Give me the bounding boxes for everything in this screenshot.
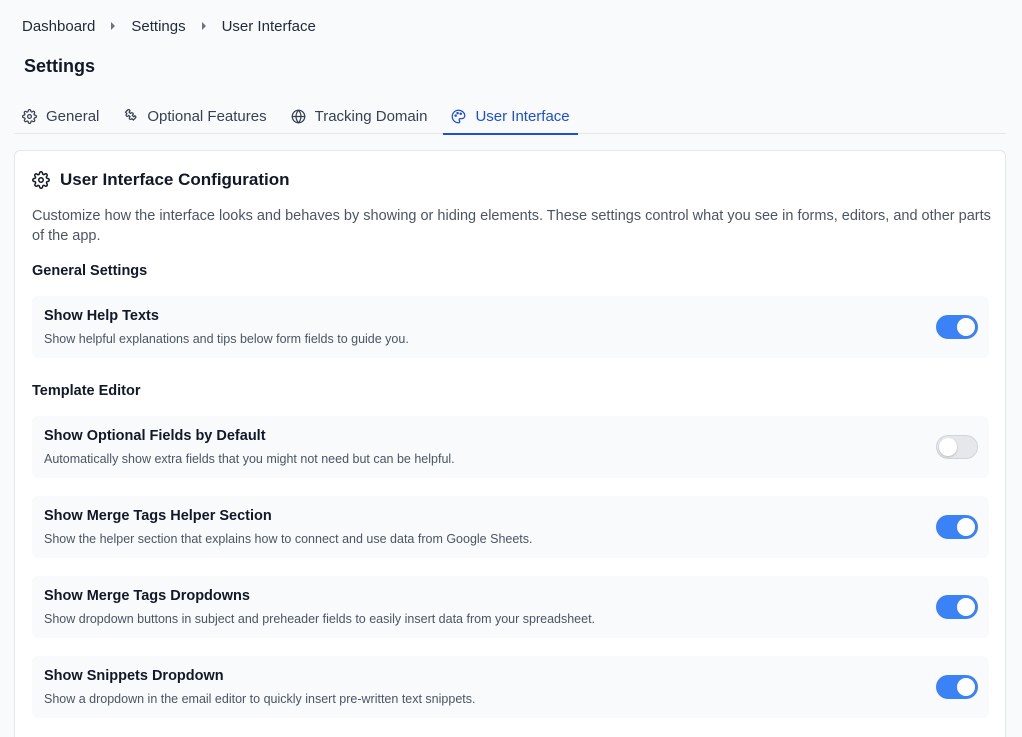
setting-description: Show helpful explanations and tips below… [44, 332, 409, 346]
tab-optional-features[interactable]: Optional Features [115, 98, 274, 134]
setting-description: Show the helper section that explains ho… [44, 532, 533, 546]
setting-description: Automatically show extra fields that you… [44, 452, 455, 466]
chevron-right-icon [95, 22, 131, 30]
toggle-knob [957, 678, 975, 696]
settings-page: Dashboard Settings User Interface Settin… [0, 0, 1022, 737]
card-description: Customize how the interface looks and be… [32, 208, 991, 244]
palette-icon [451, 109, 466, 124]
setting-show-merge-tags-dropdowns: Show Merge Tags Dropdowns Show dropdown … [32, 576, 989, 638]
setting-title: Show Optional Fields by Default [44, 428, 266, 444]
toggle-knob [957, 598, 975, 616]
page-title: Settings [24, 56, 96, 76]
tab-user-interface[interactable]: User Interface [443, 98, 578, 135]
show-help-texts-toggle[interactable] [936, 315, 978, 339]
setting-show-help-texts: Show Help Texts Show helpful explanation… [32, 296, 989, 358]
tab-label: User Interface [475, 107, 570, 125]
breadcrumb-user-interface: User Interface [221, 17, 316, 35]
setting-title: Show Snippets Dropdown [44, 668, 224, 684]
breadcrumb-settings[interactable]: Settings [131, 18, 185, 35]
setting-title: Show Help Texts [44, 308, 159, 324]
gear-icon [22, 108, 37, 124]
chevron-right-icon [186, 22, 222, 30]
card-title: User Interface Configuration [60, 170, 290, 189]
tab-tracking-domain[interactable]: Tracking Domain [283, 98, 436, 134]
puzzle-icon [123, 108, 138, 124]
toggle-knob [939, 438, 957, 456]
setting-description: Show dropdown buttons in subject and pre… [44, 612, 596, 626]
globe-icon [291, 109, 306, 124]
show-snippets-dropdown-toggle[interactable] [936, 675, 978, 699]
tab-label: Optional Features [147, 107, 267, 125]
ui-configuration-card: User Interface Configuration Customize h… [14, 150, 1006, 737]
tab-label: Tracking Domain [314, 107, 428, 125]
setting-description: Show a dropdown in the email editor to q… [44, 692, 476, 706]
toggle-knob [957, 318, 975, 336]
tab-general[interactable]: General [14, 98, 107, 134]
section-title-general-settings: General Settings [32, 263, 148, 279]
card-header: User Interface Configuration [32, 170, 290, 190]
setting-show-snippets-dropdown: Show Snippets Dropdown Show a dropdown i… [32, 656, 989, 718]
setting-title: Show Merge Tags Dropdowns [44, 588, 250, 604]
show-optional-fields-toggle[interactable] [936, 435, 978, 459]
show-merge-tags-dropdowns-toggle[interactable] [936, 595, 978, 619]
breadcrumb: Dashboard Settings User Interface [22, 16, 316, 36]
setting-title: Show Merge Tags Helper Section [44, 508, 272, 524]
breadcrumb-dashboard[interactable]: Dashboard [22, 18, 95, 35]
section-title-template-editor: Template Editor [32, 383, 141, 399]
settings-tabs: General Optional Features Tracking Domai… [14, 98, 1006, 135]
show-merge-tags-helper-toggle[interactable] [936, 515, 978, 539]
setting-show-merge-tags-helper: Show Merge Tags Helper Section Show the … [32, 496, 989, 558]
tab-label: General [46, 107, 100, 125]
gear-icon [32, 171, 50, 189]
toggle-knob [957, 518, 975, 536]
setting-show-optional-fields: Show Optional Fields by Default Automati… [32, 416, 989, 478]
